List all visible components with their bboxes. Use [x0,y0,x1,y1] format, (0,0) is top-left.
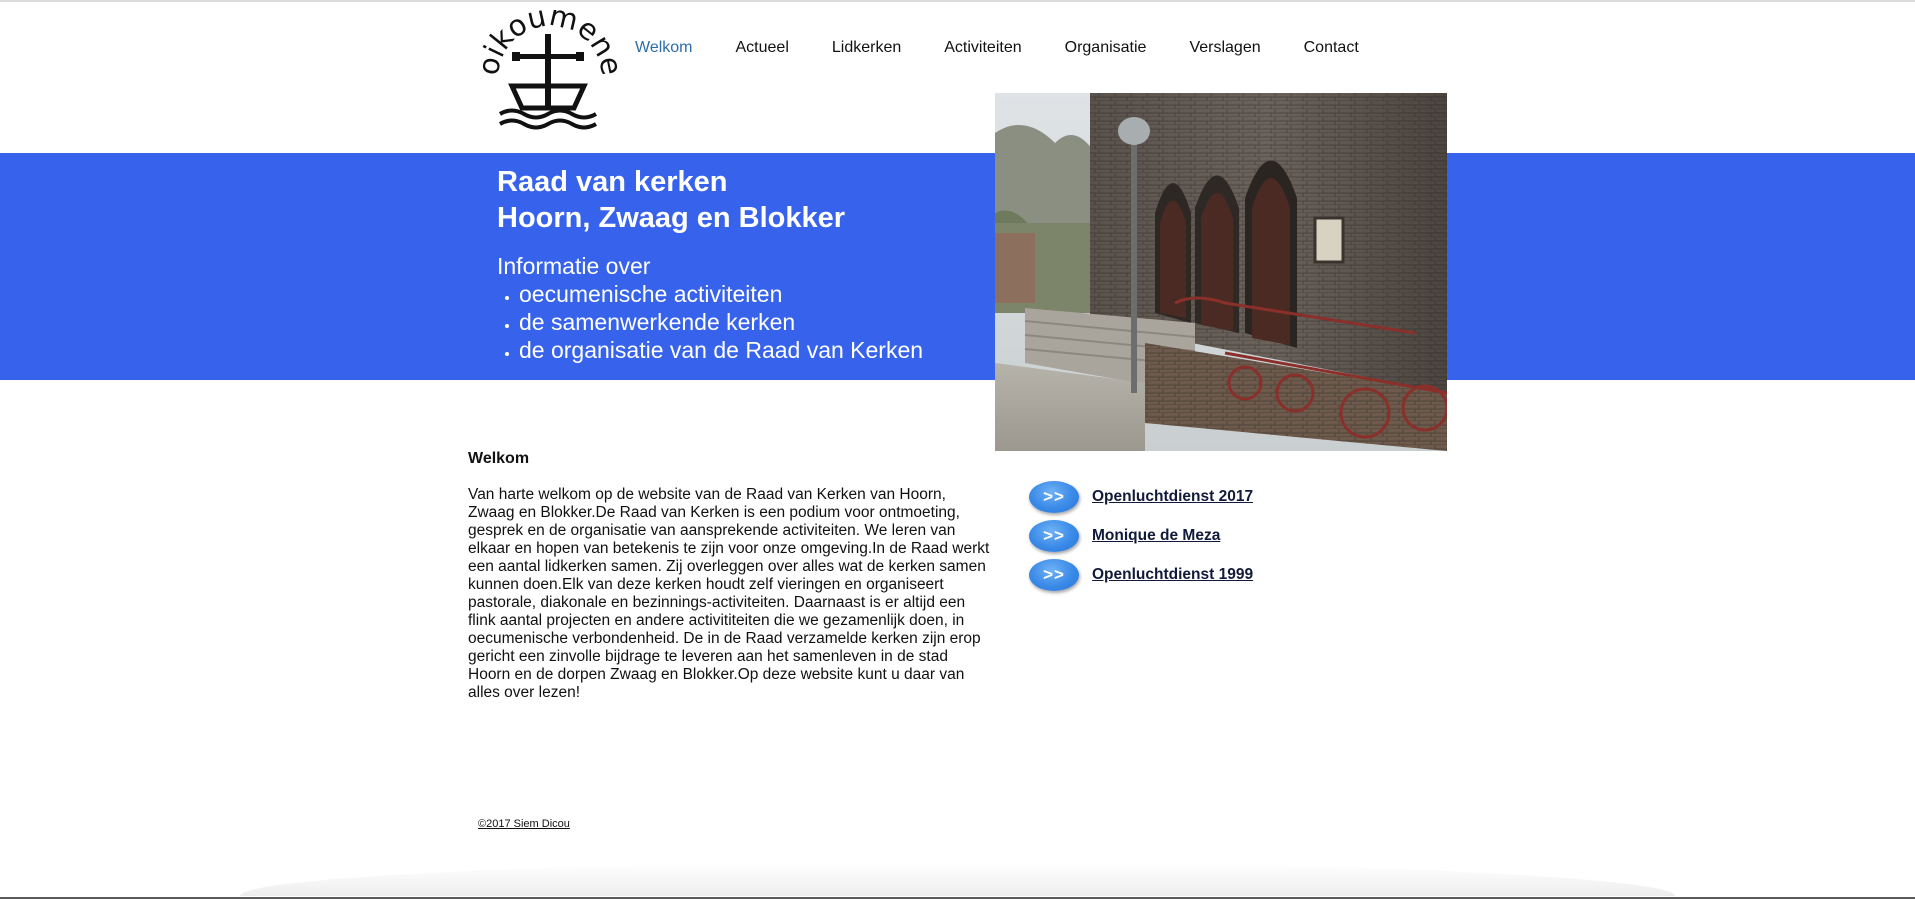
footer-copyright-link[interactable]: ©2017 Siem Dicou [478,818,570,830]
banner-bullet-list: oecumenische activiteiten de samenwerken… [497,280,923,364]
hero-banner [0,153,1915,380]
link-openluchtdienst-2017[interactable]: Openluchtdienst 2017 [1092,488,1253,506]
nav-item-activiteiten[interactable]: Activiteiten [944,38,1021,58]
welcome-section: Welkom Van harte welkom op de website va… [468,449,990,702]
banner-info: Informatie over oecumenische activiteite… [497,252,923,364]
link-row: >> Openluchtdienst 1999 [1029,559,1253,591]
link-openluchtdienst-1999[interactable]: Openluchtdienst 1999 [1092,566,1253,584]
boat-with-cross-icon: oikoumene [471,0,629,130]
link-row: >> Openluchtdienst 2017 [1029,481,1253,513]
nav-item-actueel[interactable]: Actueel [736,38,789,58]
page-bottom-shadow [240,862,1675,896]
church-entrance-photo [995,93,1447,451]
welcome-heading: Welkom [468,450,530,467]
arrow-button-icon[interactable]: >> [1029,481,1079,513]
link-monique-de-meza[interactable]: Monique de Meza [1092,527,1220,545]
top-divider [0,0,1915,2]
quick-links: >> Openluchtdienst 2017 >> Monique de Me… [1029,481,1253,598]
main-nav: Welkom Actueel Lidkerken Activiteiten Or… [635,38,1402,58]
page: oikoumene Welkom Actueel Lidkerken Activ… [0,0,1915,899]
banner-title-line2: Hoorn, Zwaag en Blokker [497,202,846,234]
nav-item-lidkerken[interactable]: Lidkerken [832,38,901,58]
nav-item-organisatie[interactable]: Organisatie [1065,38,1147,58]
link-row: >> Monique de Meza [1029,520,1253,552]
banner-bullet: de organisatie van de Raad van Kerken [497,336,923,364]
banner-bullet: de samenwerkende kerken [497,308,923,336]
arrow-button-icon[interactable]: >> [1029,520,1079,552]
welcome-body: Van harte welkom op de website van de Ra… [468,486,990,701]
banner-bullet: oecumenische activiteiten [497,280,923,308]
nav-item-contact[interactable]: Contact [1304,38,1359,58]
nav-item-verslagen[interactable]: Verslagen [1189,38,1260,58]
banner-info-heading: Informatie over [497,253,651,279]
oikoumene-logo[interactable]: oikoumene [471,0,629,138]
nav-item-welkom[interactable]: Welkom [635,38,693,58]
banner-title: Raad van kerken Hoorn, Zwaag en Blokker [497,164,845,236]
banner-title-line1: Raad van kerken [497,166,728,198]
arrow-button-icon[interactable]: >> [1029,559,1079,591]
